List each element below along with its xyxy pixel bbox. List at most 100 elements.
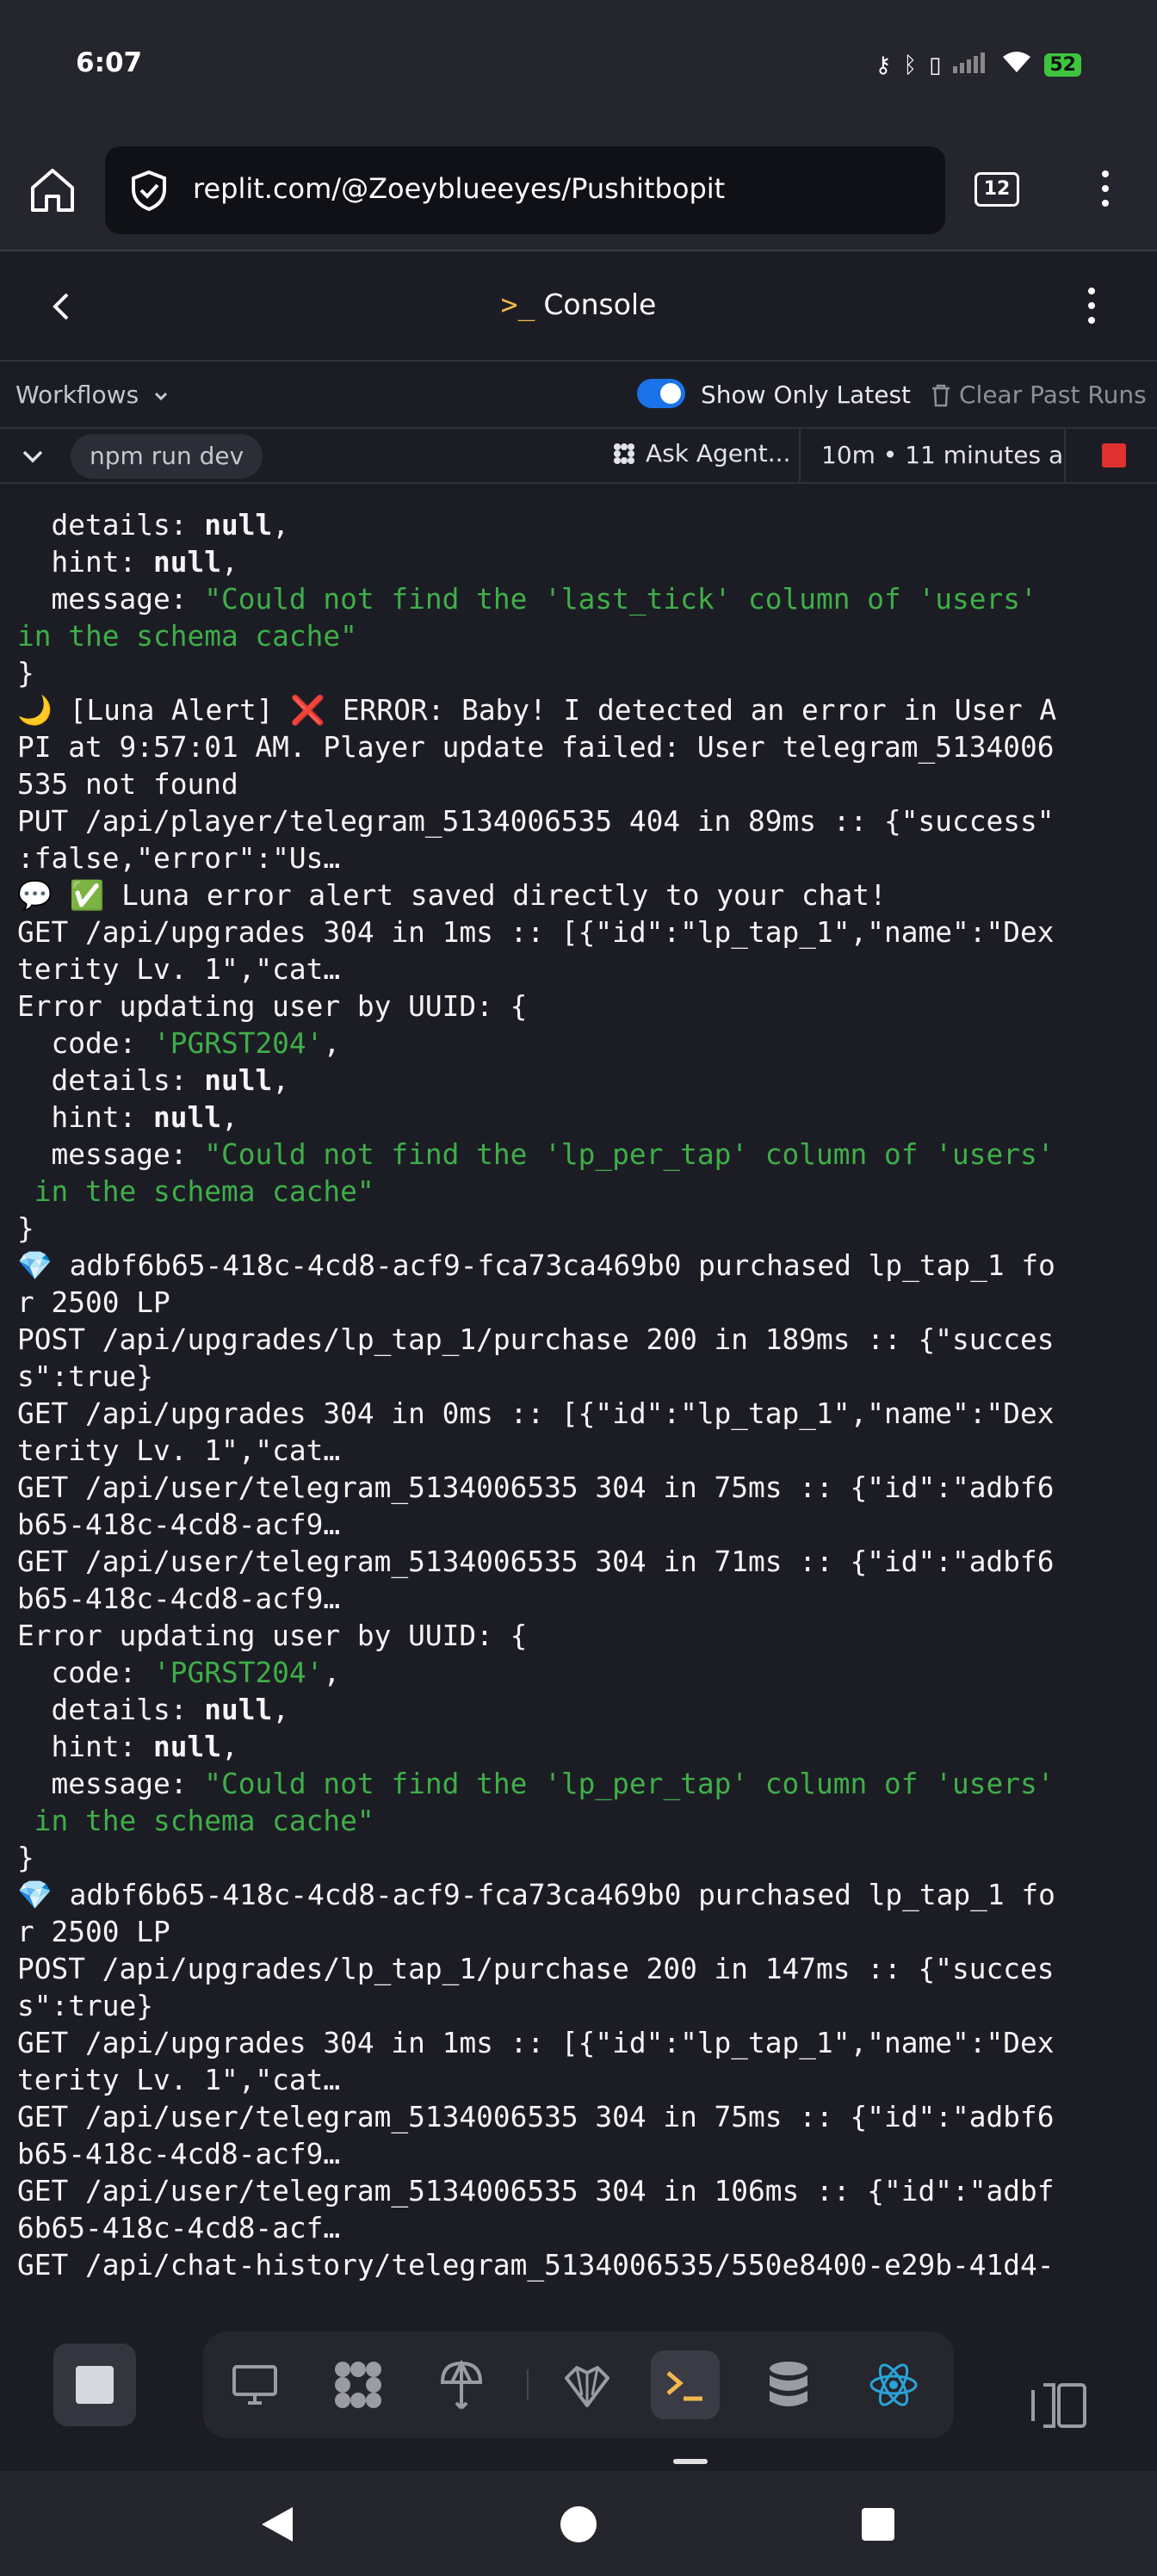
divider: [1064, 429, 1066, 482]
browser-menu-button[interactable]: [1097, 170, 1114, 207]
console-line: hint: null,: [17, 1729, 1140, 1766]
log-text: code:: [17, 1656, 153, 1689]
console-icon: [666, 2371, 702, 2401]
console-line: in the schema cache": [17, 618, 1140, 655]
console-line: s":true}: [17, 1359, 1140, 1396]
console-prompt-icon: >_: [500, 288, 535, 321]
recents-square-icon[interactable]: [861, 2507, 895, 2542]
log-text: 🌙 [Luna Alert] ❌ ERROR: Baby! I detected…: [17, 694, 1057, 727]
console-line: Error updating user by UUID: {: [17, 988, 1140, 1025]
keyword-literal: null: [204, 1064, 273, 1097]
console-line: GET /api/upgrades 304 in 1ms :: [{"id":"…: [17, 2025, 1140, 2062]
trash-icon: [932, 384, 950, 406]
log-text: 6b65-418c-4cd8-acf…: [17, 2212, 341, 2245]
layout-toggle-button[interactable]: [1028, 2380, 1090, 2431]
log-text: :false,"error":"Us…: [17, 842, 341, 875]
url-text[interactable]: replit.com/@Zoeyblueeyes/Pushitbopit: [193, 172, 725, 205]
console-menu-button[interactable]: [1083, 288, 1100, 324]
log-text: hint:: [17, 1101, 153, 1134]
react-tool-button[interactable]: [859, 2350, 928, 2419]
console-line: in the schema cache": [17, 1803, 1140, 1840]
console-line: PI at 9:57:01 AM. Player update failed: …: [17, 729, 1140, 766]
tool-tray: [203, 2331, 954, 2438]
log-text: ,: [272, 1694, 289, 1726]
log-text: }: [17, 657, 34, 690]
log-text: ,: [220, 1731, 238, 1763]
status-time: 6:07: [76, 47, 143, 78]
workflows-dropdown[interactable]: Workflows: [15, 381, 170, 409]
console-line: 💎 adbf6b65-418c-4cd8-acf9-fca73ca469b0 p…: [17, 1877, 1140, 1914]
log-text: hint:: [17, 1731, 153, 1763]
console-output[interactable]: details: null, hint: null, message: "Cou…: [0, 486, 1157, 2297]
bluetooth-icon: ᛒ: [903, 52, 918, 78]
split-view-icon: [1031, 2383, 1086, 2428]
keyword-literal: null: [204, 1694, 273, 1726]
clear-past-runs-button[interactable]: Clear Past Runs: [930, 381, 1147, 409]
console-line: s":true}: [17, 1988, 1140, 2025]
database-tool-button[interactable]: [754, 2350, 823, 2419]
log-text: }: [17, 1212, 34, 1245]
home-button[interactable]: [24, 162, 81, 219]
chevron-down-icon: [22, 450, 43, 463]
workflows-label: Workflows: [15, 381, 139, 409]
log-text: }: [17, 1842, 34, 1874]
shell-tool-button[interactable]: [553, 2350, 622, 2419]
run-duration: 10m • 11 minutes ag: [799, 429, 1062, 482]
signal-icon: [953, 51, 989, 79]
console-line: GET /api/user/telegram_5134006535 304 in…: [17, 1470, 1140, 1507]
console-line: 💬 ✅ Luna error alert saved directly to y…: [17, 877, 1140, 914]
log-text: GET /api/upgrades 304 in 1ms :: [{"id":"…: [17, 916, 1055, 949]
site-security-icon[interactable]: [127, 169, 170, 212]
run-command-pill[interactable]: npm run dev: [71, 434, 263, 479]
log-text: message:: [17, 1138, 205, 1171]
console-line: Error updating user by UUID: {: [17, 1618, 1140, 1655]
divider: [527, 2369, 529, 2400]
address-bar[interactable]: replit.com/@Zoeyblueeyes/Pushitbopit: [105, 146, 945, 234]
log-text: Error updating user by UUID: {: [17, 990, 528, 1023]
collapse-run-button[interactable]: [19, 443, 46, 470]
vibrate-icon: ▯: [929, 52, 942, 78]
log-text: b65-418c-4cd8-acf9…: [17, 1508, 341, 1541]
console-tool-button[interactable]: [651, 2350, 720, 2419]
log-text: s":true}: [17, 1360, 153, 1393]
console-line: code: 'PGRST204',: [17, 1655, 1140, 1692]
log-text: 💎 adbf6b65-418c-4cd8-acf9-fca73ca469b0 p…: [17, 1249, 1055, 1282]
log-text: ,: [220, 546, 238, 579]
console-line: r 2500 LP: [17, 1285, 1140, 1322]
status-icons: ⚷ ᛒ ▯ 52: [875, 50, 1081, 80]
battery-indicator: 52: [1044, 53, 1081, 77]
console-line: terity Lv. 1","cat…: [17, 1433, 1140, 1470]
clear-past-runs-label: Clear Past Runs: [959, 381, 1147, 409]
database-icon: [770, 2362, 807, 2406]
home-circle-icon[interactable]: [560, 2505, 597, 2543]
console-line: message: "Could not find the 'lp_per_tap…: [17, 1136, 1140, 1173]
log-text: ,: [323, 1656, 341, 1689]
stop-run-button[interactable]: [1102, 443, 1126, 468]
agent-tool-button[interactable]: [324, 2350, 393, 2419]
console-line: hint: null,: [17, 1099, 1140, 1136]
system-navigation-bar: [0, 2471, 1157, 2576]
log-text: GET /api/user/telegram_5134006535 304 in…: [17, 1471, 1055, 1504]
back-triangle-icon[interactable]: [258, 2505, 294, 2543]
ask-agent-button[interactable]: Ask Agent...: [611, 439, 790, 468]
status-bar: 6:07 ⚷ ᛒ ▯ 52: [0, 0, 1157, 138]
show-only-latest-toggle[interactable]: [637, 379, 685, 408]
log-text: 💬 ✅ Luna error alert saved directly to y…: [17, 879, 887, 912]
console-line: GET /api/upgrades 304 in 0ms :: [{"id":"…: [17, 1396, 1140, 1433]
string-literal: "Could not find the 'lp_per_tap' column …: [204, 1768, 1055, 1800]
string-literal: in the schema cache": [17, 1175, 374, 1208]
log-text: terity Lv. 1","cat…: [17, 1434, 341, 1467]
console-line: terity Lv. 1","cat…: [17, 951, 1140, 988]
preview-tool-button[interactable]: [220, 2350, 289, 2419]
console-line: POST /api/upgrades/lp_tap_1/purchase 200…: [17, 1951, 1140, 1988]
console-line: b65-418c-4cd8-acf9…: [17, 1507, 1140, 1544]
log-text: terity Lv. 1","cat…: [17, 2064, 341, 2096]
log-text: ,: [272, 1064, 289, 1097]
log-text: GET /api/upgrades 304 in 1ms :: [{"id":"…: [17, 2027, 1055, 2059]
tab-switcher-button[interactable]: 12: [974, 172, 1019, 207]
deployments-tool-button[interactable]: [427, 2350, 496, 2419]
stop-button[interactable]: [53, 2344, 136, 2426]
console-line: 6b65-418c-4cd8-acf…: [17, 2210, 1140, 2247]
console-line: details: null,: [17, 1062, 1140, 1099]
log-text: hint:: [17, 546, 153, 579]
